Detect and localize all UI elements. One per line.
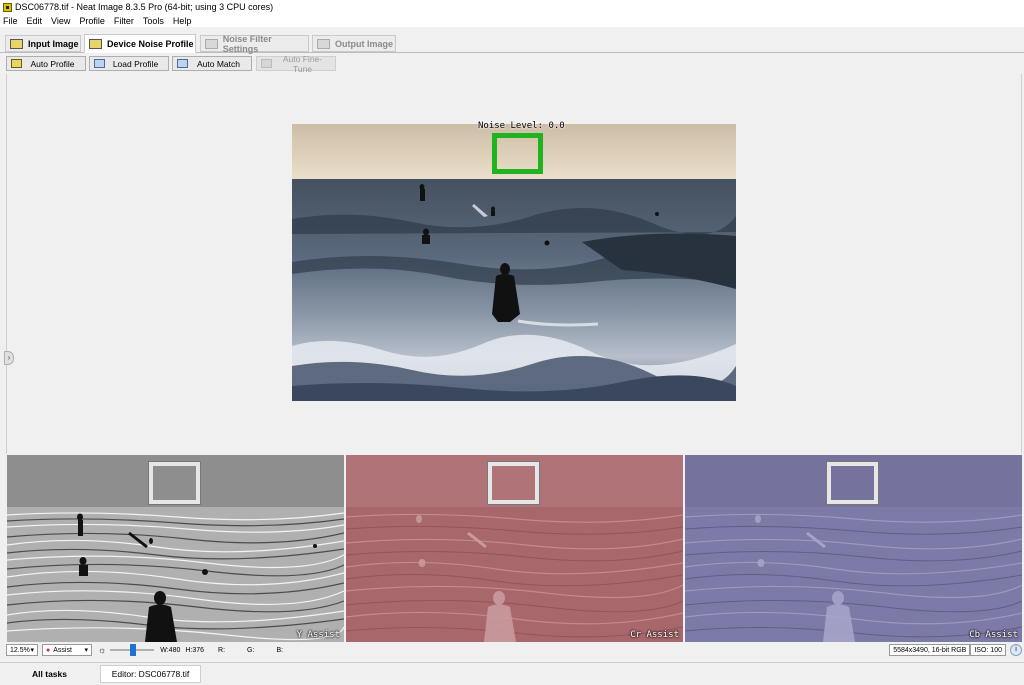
noise-sample-box[interactable] bbox=[492, 133, 543, 174]
info-icon[interactable]: i bbox=[1010, 644, 1022, 656]
auto-match-button[interactable]: Auto Match bbox=[172, 56, 252, 71]
image-icon bbox=[317, 38, 330, 49]
pixel-b-value: B: bbox=[276, 646, 284, 654]
load-profile-button[interactable]: Load Profile bbox=[89, 56, 169, 71]
profile-toolbar: Auto Profile Load Profile Auto Match Aut… bbox=[0, 53, 1024, 74]
pixel-r-value: R: bbox=[218, 646, 226, 654]
auto-profile-button[interactable]: Auto Profile bbox=[6, 56, 86, 71]
menu-filter[interactable]: Filter bbox=[114, 16, 134, 26]
selection-width: W:480 bbox=[160, 646, 181, 654]
camera-icon bbox=[89, 38, 102, 49]
channel-panel-y[interactable]: Y Assist bbox=[7, 455, 344, 642]
app-icon bbox=[3, 2, 12, 12]
tab-label: Device Noise Profile bbox=[107, 38, 194, 49]
button-label: Load Profile bbox=[112, 58, 159, 69]
brightness-icon[interactable]: ☼ bbox=[98, 645, 106, 655]
channel-panel-cb[interactable]: Cb Assist bbox=[685, 455, 1022, 642]
brightness-slider[interactable] bbox=[110, 644, 155, 656]
zoom-select[interactable]: 12.5% ▾ bbox=[6, 644, 38, 656]
cr-sample-box bbox=[487, 461, 540, 505]
image-format-info: 5584x3490, 16-bit RGB bbox=[889, 644, 971, 656]
menu-view[interactable]: View bbox=[51, 16, 70, 26]
y-sample-box bbox=[148, 461, 201, 505]
cr-channel-caption: Cr Assist bbox=[630, 630, 679, 640]
window-title: DSC06778.tif - Neat Image 8.3.5 Pro (64-… bbox=[15, 2, 274, 12]
assist-icon: ● bbox=[46, 646, 51, 654]
zoom-value: 12.5% bbox=[10, 646, 30, 654]
menu-tools[interactable]: Tools bbox=[143, 16, 164, 26]
image-icon bbox=[10, 38, 23, 49]
view-mode-select[interactable]: ● Assist ▾ bbox=[42, 644, 92, 656]
status-bar: 12.5% ▾ ● Assist ▾ ☼ W:480 H:376 R: G: B… bbox=[6, 643, 1022, 657]
chevron-down-icon: ▾ bbox=[30, 647, 34, 654]
tab-label: Input Image bbox=[28, 38, 79, 49]
button-label: Auto Fine-Tune bbox=[282, 53, 323, 74]
auto-fine-tune-button[interactable]: Auto Fine-Tune bbox=[256, 53, 336, 74]
iso-value: ISO: 100 bbox=[974, 646, 1002, 654]
menu-profile[interactable]: Profile bbox=[79, 16, 105, 26]
slider-thumb[interactable] bbox=[130, 644, 137, 656]
tab-input-image[interactable]: Input Image bbox=[5, 35, 81, 52]
sliders-icon bbox=[205, 38, 218, 49]
all-tasks-tab[interactable]: All tasks bbox=[0, 665, 99, 683]
folder-icon bbox=[94, 59, 105, 68]
auto-profile-icon bbox=[11, 59, 22, 68]
button-label: Auto Profile bbox=[30, 58, 75, 69]
tab-label: Output Image bbox=[335, 38, 393, 49]
y-channel-caption: Y Assist bbox=[296, 630, 340, 640]
match-icon bbox=[177, 59, 188, 68]
menu-bar: File Edit View Profile Filter Tools Help bbox=[0, 14, 1024, 27]
chevron-down-icon: ▾ bbox=[84, 647, 88, 654]
title-bar: DSC06778.tif - Neat Image 8.3.5 Pro (64-… bbox=[0, 0, 1024, 14]
tab-label: Noise Filter Settings bbox=[222, 33, 272, 54]
menu-help[interactable]: Help bbox=[173, 16, 192, 26]
tab-noise-filter-settings[interactable]: Noise Filter Settings bbox=[200, 33, 309, 54]
cb-channel-caption: Cb Assist bbox=[969, 630, 1018, 640]
cb-sample-box bbox=[826, 461, 879, 505]
editor-tab[interactable]: Editor: DSC06778.tif bbox=[100, 665, 201, 683]
menu-edit[interactable]: Edit bbox=[27, 16, 43, 26]
pixel-g-value: G: bbox=[247, 646, 255, 654]
button-label: Auto Match bbox=[197, 58, 240, 69]
menu-file[interactable]: File bbox=[3, 16, 18, 26]
iso-info: ISO: 100 bbox=[970, 644, 1006, 656]
tab-device-noise-profile[interactable]: Device Noise Profile bbox=[84, 34, 196, 53]
tab-output-image[interactable]: Output Image bbox=[312, 35, 396, 52]
channel-panel-cr[interactable]: Cr Assist bbox=[346, 455, 683, 642]
selection-height: H:376 bbox=[185, 646, 205, 654]
expand-panel-handle[interactable]: › bbox=[4, 351, 14, 365]
tab-bar: Input Image Device Noise Profile Noise F… bbox=[0, 33, 1024, 54]
task-bar: All tasks Editor: DSC06778.tif bbox=[0, 662, 1024, 685]
image-format-value: 5584x3490, 16-bit RGB bbox=[893, 646, 967, 654]
view-mode-value: Assist bbox=[53, 646, 72, 654]
noise-level-label: Noise Level: 0.0 bbox=[478, 121, 565, 131]
fine-tune-icon bbox=[261, 59, 272, 68]
